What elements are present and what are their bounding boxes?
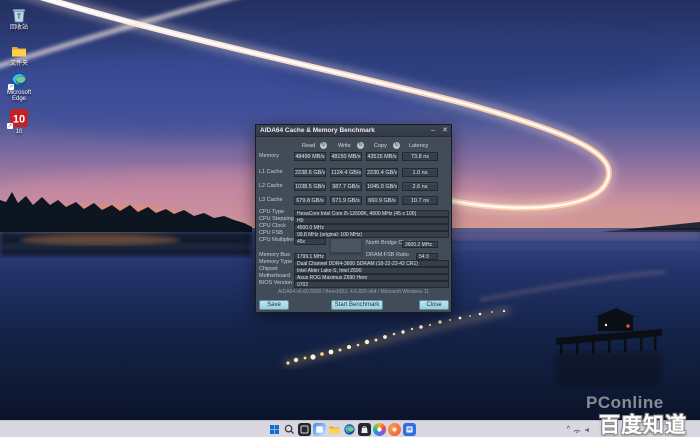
save-button[interactable]: Save bbox=[259, 300, 289, 310]
edge-icon: ↗ bbox=[10, 71, 28, 89]
baidu-zhidao-watermark: 百度知道 bbox=[599, 409, 687, 437]
cpu-multiplier-value: 45x bbox=[294, 238, 326, 245]
info-label: Memory Type bbox=[259, 259, 292, 266]
start-benchmark-button[interactable]: Start Benchmark bbox=[331, 300, 383, 310]
window-titlebar[interactable]: AIDA64 Cache & Memory Benchmark – ✕ bbox=[256, 125, 451, 137]
recycle-bin-icon bbox=[10, 6, 28, 24]
desktop-icon-label: 回收站 bbox=[0, 25, 38, 31]
row-label-l3: L3 Cache bbox=[259, 196, 283, 205]
minimize-button[interactable]: – bbox=[427, 125, 439, 136]
cpu-clock-value: 4500.0 MHz bbox=[294, 224, 449, 231]
taskbar-icons bbox=[268, 423, 416, 436]
memory-read-value: 48499 MB/s bbox=[294, 152, 326, 161]
close-window-button[interactable]: ✕ bbox=[439, 125, 451, 136]
folder-icon bbox=[10, 42, 28, 60]
l3-latency-value: 10.7 ns bbox=[402, 196, 438, 205]
memory-bus-value: 1799.1 MHz bbox=[294, 253, 326, 260]
edge-taskbar-button[interactable] bbox=[343, 423, 356, 436]
cpu-stepping-value: H0 bbox=[294, 217, 449, 224]
info-label: CPU Type bbox=[259, 209, 284, 216]
info-label: CPU Stepping bbox=[259, 216, 294, 223]
network-icon[interactable] bbox=[573, 426, 581, 434]
shortcut-arrow-icon: ↗ bbox=[8, 84, 14, 90]
desktop-icon-app-10[interactable]: 10 ↗ 10 bbox=[0, 108, 38, 135]
refresh-read-icon[interactable]: ↻ bbox=[320, 142, 327, 149]
volume-icon[interactable] bbox=[584, 426, 592, 434]
info-label: Chipset bbox=[259, 266, 278, 273]
info-label: CPU Clock bbox=[259, 223, 286, 230]
column-header-write: Write bbox=[338, 142, 351, 150]
search-button[interactable] bbox=[283, 423, 296, 436]
desktop: 回收站 文件夹 ↗ Microsoft Edge 10 ↗ bbox=[0, 0, 700, 437]
desktop-icon-recycle-bin[interactable]: 回收站 bbox=[0, 6, 38, 31]
desktop-icon-folder[interactable]: 文件夹 bbox=[0, 42, 38, 67]
system-tray: ^ bbox=[567, 423, 592, 436]
app-10-icon: 10 ↗ bbox=[9, 108, 29, 128]
desktop-icon-label: Microsoft Edge bbox=[0, 90, 38, 102]
aida64-window: AIDA64 Cache & Memory Benchmark – ✕ Read… bbox=[255, 124, 452, 313]
nb-clock-value: 3600.2 MHz bbox=[402, 241, 438, 248]
svg-text:10: 10 bbox=[13, 114, 25, 126]
l1-latency-value: 1.0 ns bbox=[402, 168, 438, 177]
taskbar: ^ bbox=[0, 420, 700, 437]
desktop-icon-edge[interactable]: ↗ Microsoft Edge bbox=[0, 71, 38, 102]
shortcut-arrow-icon: ↗ bbox=[7, 123, 13, 129]
l1-write-value: 1124.4 GB/s bbox=[330, 168, 362, 177]
dram-fsb-ratio-value: 54:3 bbox=[416, 253, 438, 260]
cpu-fsb-value: 99.8 MHz (original: 100 MHz) bbox=[294, 231, 449, 238]
info-label: CPU Multiplier bbox=[259, 237, 294, 244]
l2-write-value: 987.7 GB/s bbox=[330, 182, 362, 191]
info-label: BIOS Version bbox=[259, 280, 292, 287]
l3-copy-value: 660.9 GB/s bbox=[366, 196, 398, 205]
column-header-copy: Copy bbox=[374, 142, 387, 150]
bios-version-value: 0702 bbox=[294, 281, 449, 288]
desktop-icon-label: 10 bbox=[0, 129, 38, 135]
blank-panel bbox=[330, 238, 362, 253]
photos-button[interactable] bbox=[373, 423, 386, 436]
close-button[interactable]: Close bbox=[419, 300, 449, 310]
motherboard-value: Asus ROG Maximus Z690 Hero bbox=[294, 274, 449, 281]
refresh-write-icon[interactable]: ↻ bbox=[357, 142, 364, 149]
dram-fsb-ratio-label: DRAM:FSB Ratio bbox=[366, 252, 409, 259]
memory-copy-value: 43515 MB/s bbox=[366, 152, 398, 161]
app-orange-button[interactable] bbox=[388, 423, 401, 436]
l1-read-value: 2238.6 GB/s bbox=[294, 168, 326, 177]
memory-latency-value: 73.8 ns bbox=[402, 152, 438, 161]
row-label-memory: Memory bbox=[259, 152, 279, 161]
info-label: CPU FSB bbox=[259, 230, 283, 237]
l3-read-value: 679.8 GB/s bbox=[294, 196, 326, 205]
memory-write-value: 48150 MB/s bbox=[330, 152, 362, 161]
app-blue-button[interactable] bbox=[403, 423, 416, 436]
l2-copy-value: 1045.0 GB/s bbox=[366, 182, 398, 191]
l3-write-value: 671.9 GB/s bbox=[330, 196, 362, 205]
cpu-type-value: HexaCore Intel Core i5-12600K, 4500 MHz … bbox=[294, 210, 449, 217]
l1-copy-value: 2230.4 GB/s bbox=[366, 168, 398, 177]
row-label-l1: L1 Cache bbox=[259, 168, 283, 177]
task-view-button[interactable] bbox=[298, 423, 311, 436]
row-label-l2: L2 Cache bbox=[259, 182, 283, 191]
window-title: AIDA64 Cache & Memory Benchmark bbox=[256, 127, 427, 134]
chipset-value: Intel Alder Lake-S, Intel Z690 bbox=[294, 267, 449, 274]
tray-chevron-icon[interactable]: ^ bbox=[567, 423, 570, 436]
column-header-latency: Latency bbox=[409, 142, 428, 150]
status-text: AIDA64 v6.60.5900 / BenchDLL 4.6.820-x64… bbox=[256, 289, 451, 295]
widgets-button[interactable] bbox=[313, 423, 326, 436]
file-explorer-button[interactable] bbox=[328, 423, 341, 436]
l2-latency-value: 2.6 ns bbox=[402, 182, 438, 191]
info-label: Memory Bus bbox=[259, 252, 290, 259]
column-header-read: Read bbox=[302, 142, 315, 150]
l2-read-value: 1038.5 GB/s bbox=[294, 182, 326, 191]
start-button[interactable] bbox=[268, 423, 281, 436]
store-button[interactable] bbox=[358, 423, 371, 436]
info-label: Motherboard bbox=[259, 273, 290, 280]
desktop-icon-label: 文件夹 bbox=[0, 61, 38, 67]
refresh-copy-icon[interactable]: ↻ bbox=[393, 142, 400, 149]
memory-type-value: Dual Channel DDR4-3600 SDRAM (18-22-22-4… bbox=[294, 260, 449, 267]
